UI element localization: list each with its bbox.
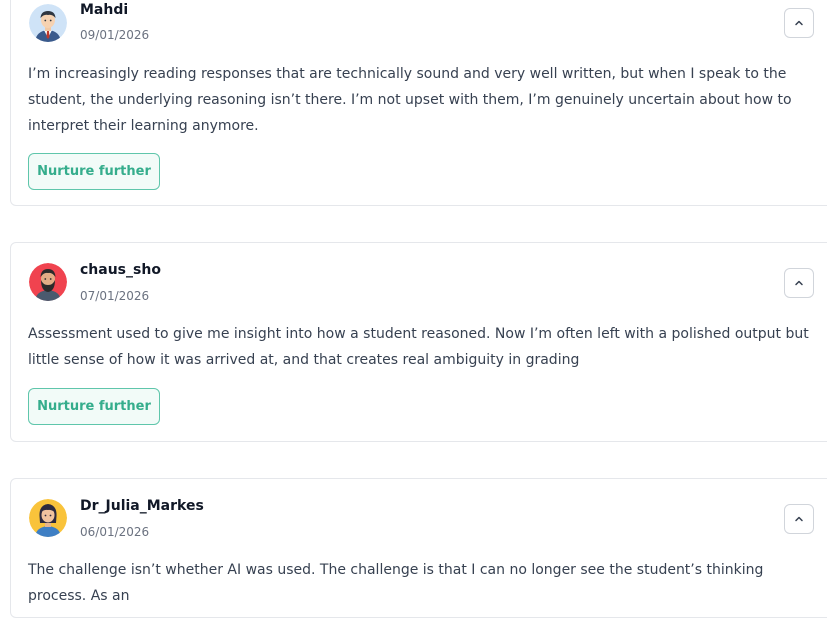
chevron-up-icon	[795, 20, 803, 26]
collapse-button[interactable]	[784, 8, 814, 38]
author-name: Dr_Julia_Markes	[80, 498, 204, 514]
post-card: Mahdi 09/01/2026 I’m increasingly readin…	[10, 0, 827, 206]
post-date: 09/01/2026	[80, 28, 150, 42]
post-card: chaus_sho 07/01/2026 Assessment used to …	[10, 242, 827, 442]
post-card: Dr_Julia_Markes 06/01/2026 The challenge…	[10, 478, 827, 618]
author-name: chaus_sho	[80, 262, 161, 278]
avatar-man-suit-icon	[29, 4, 67, 42]
collapse-button[interactable]	[784, 504, 814, 534]
chevron-up-icon	[795, 516, 803, 522]
post-date: 07/01/2026	[80, 289, 150, 303]
avatar-woman-icon	[29, 499, 67, 537]
avatar-bearded-man-icon	[29, 263, 67, 301]
collapse-button[interactable]	[784, 268, 814, 298]
post-body: The challenge isn’t whether AI was used.…	[28, 562, 764, 604]
post-date: 06/01/2026	[80, 525, 150, 539]
author-name: Mahdi	[80, 2, 129, 18]
post-body: Assessment used to give me insight into …	[28, 326, 809, 368]
post-body: I’m increasingly reading responses that …	[28, 66, 792, 134]
nurture-further-button[interactable]: Nurture further	[28, 388, 160, 425]
chevron-up-icon	[795, 280, 803, 286]
nurture-further-button[interactable]: Nurture further	[28, 153, 160, 190]
